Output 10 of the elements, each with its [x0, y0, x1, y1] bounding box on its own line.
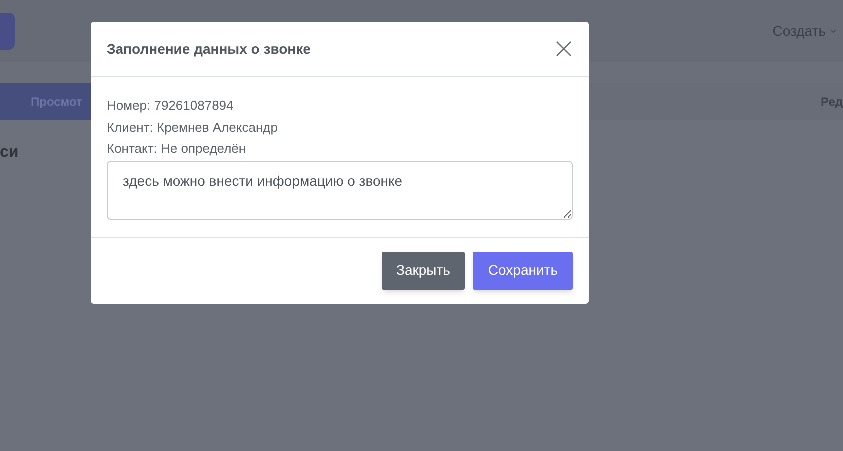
close-button[interactable]: Закрыть	[382, 252, 466, 290]
chevron-down-icon	[830, 28, 837, 34]
dialog-title: Заполнение данных о звонке	[107, 40, 311, 59]
info-text: Контакт: Не определён	[107, 140, 248, 158]
info-text: Клиент: Кремнев Александр	[107, 118, 279, 137]
note-field[interactable]: здесь можно внести информацию о звонке	[107, 160, 573, 220]
info-text: Номер: 79261087894	[107, 97, 235, 115]
section-title: си	[0, 145, 19, 161]
close-icon[interactable]	[556, 41, 572, 57]
save-button[interactable]: Сохранить	[473, 252, 573, 290]
